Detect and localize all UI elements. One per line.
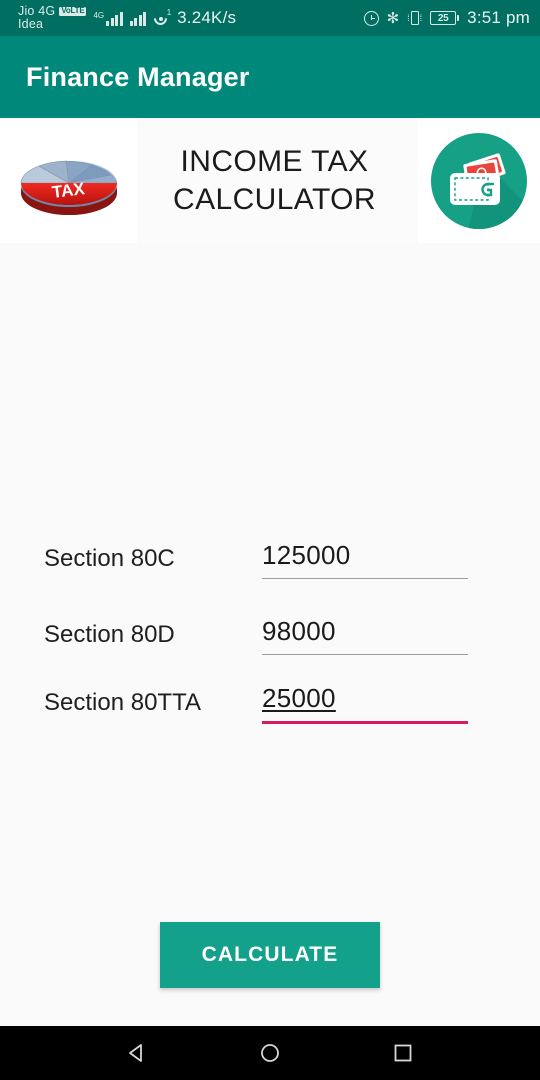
signal-strength-icon-2 [129,11,147,26]
hotspot-icon: 1 [151,8,172,28]
carrier-secondary-label: Idea [18,17,44,31]
carrier-labels: Jio 4G VoLTE Idea [18,4,87,31]
battery-icon: 25 [430,11,460,25]
input-section-80d-value[interactable]: 98000 [262,616,468,654]
input-section-80c[interactable]: 125000 [262,540,468,579]
vibrate-icon: ⁞ ⁞ [407,11,423,25]
alarm-icon [363,10,379,26]
input-section-80d[interactable]: 98000 [262,616,468,655]
input-section-80c-value[interactable]: 125000 [262,540,468,578]
label-section-80tta: Section 80TTA [44,689,201,716]
input-section-80tta[interactable]: 25000 [262,683,468,724]
tax-pie-label: TAX [51,179,86,202]
header-banner: TAX INCOME TAX CALCULATOR [0,118,540,244]
tax-pie-chart-icon: TAX [0,119,137,243]
label-section-80d: Section 80D [44,621,175,648]
back-icon[interactable] [124,1040,150,1066]
status-bar-right: ✻ ⁞ ⁞ 25 3:51 pm [363,8,530,28]
input-section-80c-underline [262,577,468,579]
android-nav-bar [0,1026,540,1080]
app-title: Finance Manager [26,61,250,92]
signal-strength-icon-1: 4G [93,10,123,26]
calculate-button[interactable]: CALCULATE [160,922,380,988]
app-bar: Finance Manager [0,36,540,118]
bluetooth-icon: ✻ [386,9,400,27]
banner-title: INCOME TAX CALCULATOR [137,143,418,220]
form-row-section-80tta: Section 80TTA 25000 [0,674,540,732]
hotspot-superscript: 1 [166,8,172,17]
input-section-80tta-value[interactable]: 25000 [262,683,468,721]
phone-screen: Jio 4G VoLTE Idea 4G 1 3.24K/s ✻ ⁞ ⁞ 25 … [0,0,540,1080]
wallet-icon [418,119,540,243]
battery-level-label: 25 [437,12,449,24]
recents-icon[interactable] [390,1040,416,1066]
input-section-80tta-underline [262,720,468,724]
input-section-80d-underline [262,653,468,655]
tax-pie-chart-svg: TAX [20,160,118,215]
data-rate-label: 3.24K/s [177,8,237,27]
network-type-label: 4G [93,10,105,20]
label-section-80c: Section 80C [44,545,175,572]
status-bar: Jio 4G VoLTE Idea 4G 1 3.24K/s ✻ ⁞ ⁞ 25 … [0,0,540,36]
volte-badge: VoLTE [59,6,87,16]
status-bar-left: Jio 4G VoLTE Idea 4G 1 3.24K/s [18,4,237,31]
form-row-section-80c: Section 80C 125000 [0,530,540,588]
home-icon[interactable] [257,1040,283,1066]
banner-title-line-1: INCOME TAX [180,144,369,178]
calculate-button-container: CALCULATE [0,922,540,988]
banner-title-line-2: CALCULATOR [173,183,376,216]
wallet-icon-svg [431,133,527,229]
form-row-section-80d: Section 80D 98000 [0,606,540,664]
clock-label: 3:51 pm [467,8,530,27]
